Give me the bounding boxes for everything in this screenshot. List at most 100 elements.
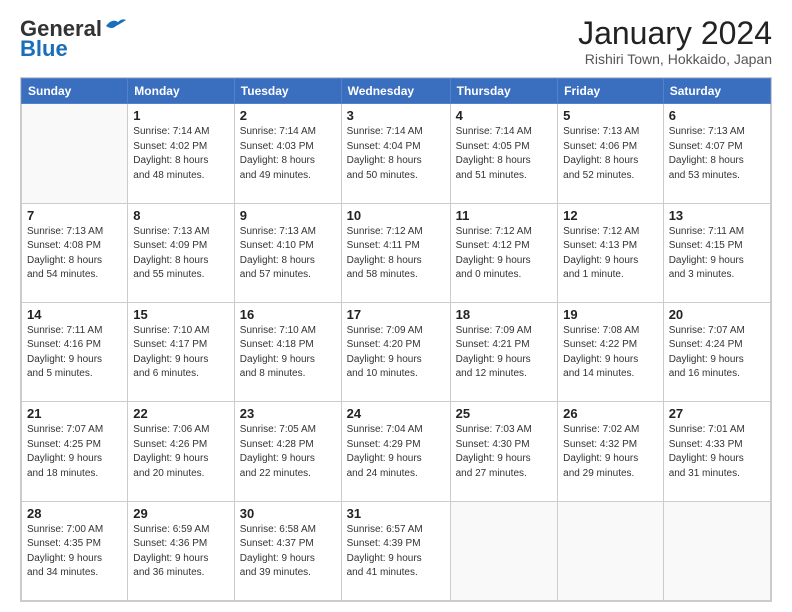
calendar: SundayMondayTuesdayWednesdayThursdayFrid… <box>20 77 772 602</box>
cell-info: Sunrise: 7:06 AMSunset: 4:26 PMDaylight:… <box>133 423 229 481</box>
cell-info: Sunrise: 7:14 AMSunset: 4:02 PMDaylight:… <box>133 125 229 183</box>
day-header-thursday: Thursday <box>450 79 558 104</box>
date-number: 13 <box>669 208 765 223</box>
cal-cell: 16 Sunrise: 7:10 AMSunset: 4:18 PMDayligh… <box>234 302 341 401</box>
day-header-saturday: Saturday <box>663 79 770 104</box>
cell-info: Sunrise: 7:05 AMSunset: 4:28 PMDaylight:… <box>240 423 336 481</box>
cell-info: Sunrise: 7:08 AMSunset: 4:22 PMDaylight:… <box>563 324 658 382</box>
date-number: 2 <box>240 108 336 123</box>
cell-info: Sunrise: 7:00 AMSunset: 4:35 PMDaylight:… <box>27 523 122 581</box>
cal-cell: 1Sunrise: 7:14 AMSunset: 4:02 PMDaylight… <box>128 104 235 203</box>
date-number: 10 <box>347 208 445 223</box>
date-number: 20 <box>669 307 765 322</box>
cell-info: Sunrise: 7:09 AMSunset: 4:20 PMDaylight:… <box>347 324 445 382</box>
date-number: 29 <box>133 506 229 521</box>
cell-info: Sunrise: 7:03 AMSunset: 4:30 PMDaylight:… <box>456 423 553 481</box>
day-header-tuesday: Tuesday <box>234 79 341 104</box>
date-number: 7 <box>27 208 122 223</box>
cell-info: Sunrise: 7:07 AMSunset: 4:24 PMDaylight:… <box>669 324 765 382</box>
cal-cell: 30Sunrise: 6:58 AMSunset: 4:37 PMDayligh… <box>234 501 341 600</box>
cell-info: Sunrise: 7:13 AMSunset: 4:09 PMDaylight:… <box>133 225 229 283</box>
date-number: 8 <box>133 208 229 223</box>
date-number: 18 <box>456 307 553 322</box>
cal-cell: 13Sunrise: 7:11 AMSunset: 4:15 PMDayligh… <box>663 203 770 302</box>
cal-cell: 23 Sunrise: 7:05 AMSunset: 4:28 PMDayligh… <box>234 402 341 501</box>
logo-bird-icon <box>104 16 126 34</box>
cal-cell: 10Sunrise: 7:12 AMSunset: 4:11 PMDayligh… <box>341 203 450 302</box>
cell-info: Sunrise: 7:09 AMSunset: 4:21 PMDaylight:… <box>456 324 553 382</box>
cell-info: Sunrise: 7:04 AMSunset: 4:29 PMDaylight:… <box>347 423 445 481</box>
week-row-4: 21 Sunrise: 7:07 AMSunset: 4:25 PMDayligh… <box>22 402 771 501</box>
cell-info: Sunrise: 7:01 AMSunset: 4:33 PMDaylight:… <box>669 423 765 481</box>
cell-info: Sunrise: 7:14 AMSunset: 4:04 PMDaylight:… <box>347 125 445 183</box>
date-number: 24 <box>347 406 445 421</box>
cal-cell: 12 Sunrise: 7:12 AMSunset: 4:13 PMDayligh… <box>558 203 664 302</box>
cell-info: Sunrise: 7:07 AMSunset: 4:25 PMDaylight:… <box>27 423 122 481</box>
cal-cell: 15 Sunrise: 7:10 AMSunset: 4:17 PMDayligh… <box>128 302 235 401</box>
logo-blue: Blue <box>20 36 68 62</box>
cal-cell: 8 Sunrise: 7:13 AMSunset: 4:09 PMDaylight… <box>128 203 235 302</box>
date-number: 3 <box>347 108 445 123</box>
cal-cell: 20 Sunrise: 7:07 AMSunset: 4:24 PMDayligh… <box>663 302 770 401</box>
cell-info: Sunrise: 7:12 AMSunset: 4:13 PMDaylight:… <box>563 225 658 283</box>
cal-cell <box>663 501 770 600</box>
date-number: 19 <box>563 307 658 322</box>
date-number: 27 <box>669 406 765 421</box>
title-area: January 2024 Rishiri Town, Hokkaido, Jap… <box>578 16 772 67</box>
week-row-1: 1Sunrise: 7:14 AMSunset: 4:02 PMDaylight… <box>22 104 771 203</box>
cell-info: Sunrise: 7:12 AMSunset: 4:12 PMDaylight:… <box>456 225 553 283</box>
date-number: 14 <box>27 307 122 322</box>
date-number: 15 <box>133 307 229 322</box>
cal-cell: 27 Sunrise: 7:01 AMSunset: 4:33 PMDayligh… <box>663 402 770 501</box>
week-row-2: 7 Sunrise: 7:13 AMSunset: 4:08 PMDaylight… <box>22 203 771 302</box>
cal-cell <box>450 501 558 600</box>
cal-cell: 19 Sunrise: 7:08 AMSunset: 4:22 PMDayligh… <box>558 302 664 401</box>
date-number: 31 <box>347 506 445 521</box>
date-number: 6 <box>669 108 765 123</box>
date-number: 9 <box>240 208 336 223</box>
day-header-wednesday: Wednesday <box>341 79 450 104</box>
date-number: 16 <box>240 307 336 322</box>
date-number: 12 <box>563 208 658 223</box>
cal-cell <box>558 501 664 600</box>
date-number: 5 <box>563 108 658 123</box>
day-header-friday: Friday <box>558 79 664 104</box>
date-number: 21 <box>27 406 122 421</box>
cal-cell: 11 Sunrise: 7:12 AMSunset: 4:12 PMDayligh… <box>450 203 558 302</box>
cal-cell: 22 Sunrise: 7:06 AMSunset: 4:26 PMDayligh… <box>128 402 235 501</box>
cell-info: Sunrise: 7:02 AMSunset: 4:32 PMDaylight:… <box>563 423 658 481</box>
calendar-table: SundayMondayTuesdayWednesdayThursdayFrid… <box>21 78 771 601</box>
week-row-5: 28Sunrise: 7:00 AMSunset: 4:35 PMDayligh… <box>22 501 771 600</box>
cell-info: Sunrise: 7:13 AMSunset: 4:07 PMDaylight:… <box>669 125 765 183</box>
date-number: 22 <box>133 406 229 421</box>
month-title: January 2024 <box>578 16 772 51</box>
page: General Blue January 2024 Rishiri Town, … <box>0 0 792 612</box>
cal-cell: 21 Sunrise: 7:07 AMSunset: 4:25 PMDayligh… <box>22 402 128 501</box>
cal-cell: 4Sunrise: 7:14 AMSunset: 4:05 PMDaylight… <box>450 104 558 203</box>
date-number: 26 <box>563 406 658 421</box>
cal-cell: 6 Sunrise: 7:13 AMSunset: 4:07 PMDaylight… <box>663 104 770 203</box>
day-header-row: SundayMondayTuesdayWednesdayThursdayFrid… <box>22 79 771 104</box>
date-number: 4 <box>456 108 553 123</box>
cal-cell: 5Sunrise: 7:13 AMSunset: 4:06 PMDaylight… <box>558 104 664 203</box>
cell-info: Sunrise: 7:10 AMSunset: 4:17 PMDaylight:… <box>133 324 229 382</box>
subtitle: Rishiri Town, Hokkaido, Japan <box>578 51 772 67</box>
cal-cell: 28Sunrise: 7:00 AMSunset: 4:35 PMDayligh… <box>22 501 128 600</box>
cell-info: Sunrise: 7:14 AMSunset: 4:03 PMDaylight:… <box>240 125 336 183</box>
day-header-sunday: Sunday <box>22 79 128 104</box>
cal-cell: 26 Sunrise: 7:02 AMSunset: 4:32 PMDayligh… <box>558 402 664 501</box>
cell-info: Sunrise: 7:13 AMSunset: 4:08 PMDaylight:… <box>27 225 122 283</box>
date-number: 11 <box>456 208 553 223</box>
cell-info: Sunrise: 6:57 AMSunset: 4:39 PMDaylight:… <box>347 523 445 581</box>
date-number: 23 <box>240 406 336 421</box>
date-number: 25 <box>456 406 553 421</box>
cell-info: Sunrise: 7:10 AMSunset: 4:18 PMDaylight:… <box>240 324 336 382</box>
cell-info: Sunrise: 6:58 AMSunset: 4:37 PMDaylight:… <box>240 523 336 581</box>
cal-cell: 24 Sunrise: 7:04 AMSunset: 4:29 PMDayligh… <box>341 402 450 501</box>
cell-info: Sunrise: 7:11 AMSunset: 4:16 PMDaylight:… <box>27 324 122 382</box>
cal-cell: 14 Sunrise: 7:11 AMSunset: 4:16 PMDayligh… <box>22 302 128 401</box>
cal-cell: 2 Sunrise: 7:14 AMSunset: 4:03 PMDaylight… <box>234 104 341 203</box>
cell-info: Sunrise: 6:59 AMSunset: 4:36 PMDaylight:… <box>133 523 229 581</box>
logo: General Blue <box>20 16 126 62</box>
cal-cell: 9Sunrise: 7:13 AMSunset: 4:10 PMDaylight… <box>234 203 341 302</box>
